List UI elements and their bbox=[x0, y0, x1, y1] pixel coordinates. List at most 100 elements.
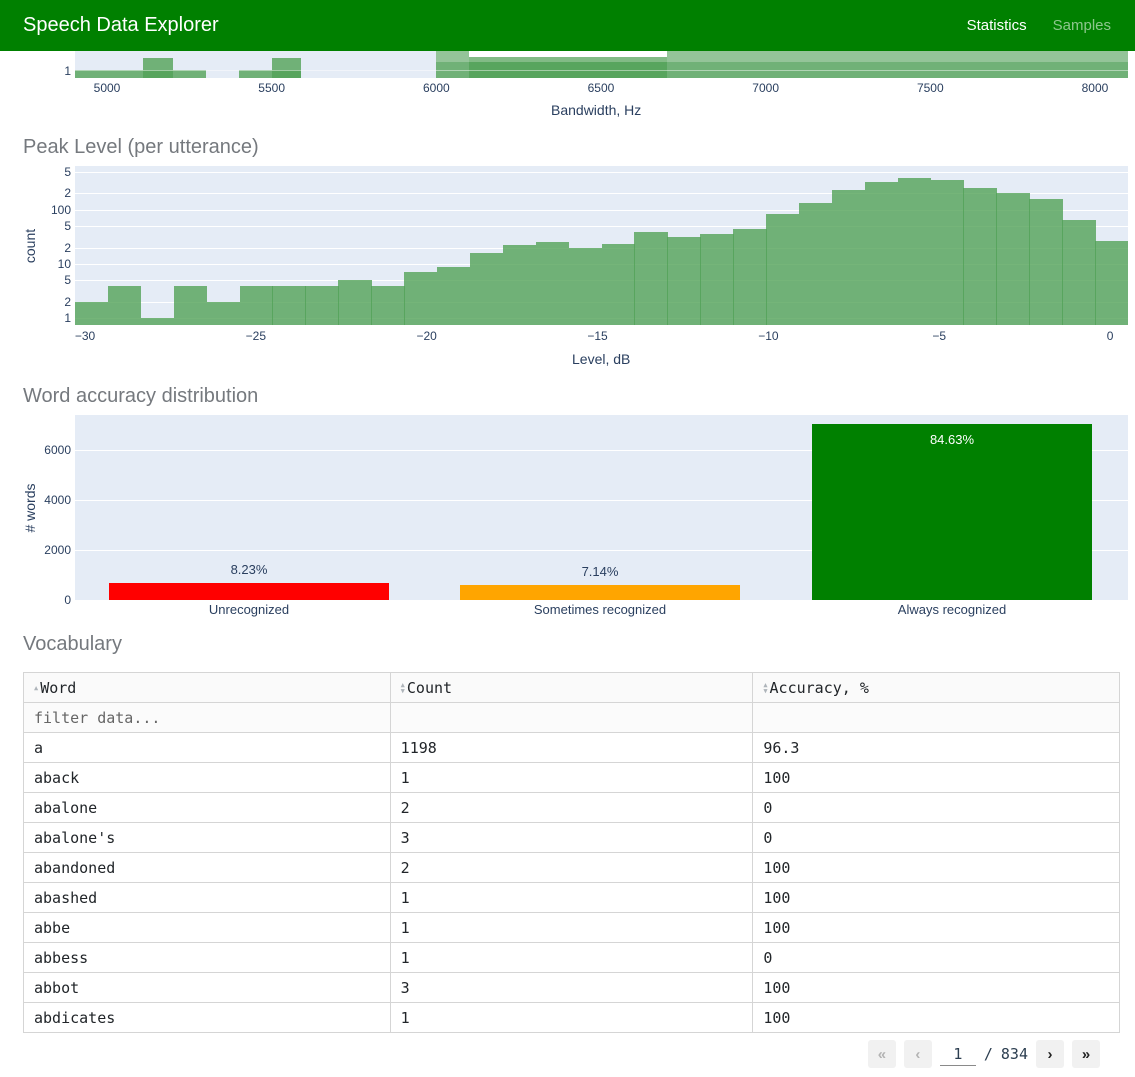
peak-histogram-bar bbox=[272, 285, 306, 325]
column-header-word[interactable]: ▲ Word bbox=[23, 672, 391, 703]
cell-word: abandoned bbox=[23, 852, 391, 883]
bandwidth-x-axis-title: Bandwidth, Hz bbox=[551, 102, 642, 118]
accuracy-bar-unrecognized bbox=[109, 582, 389, 600]
filter-cell-0[interactable]: filter data... bbox=[23, 702, 391, 733]
cell-accuracy: 100 bbox=[752, 972, 1120, 1003]
column-header-count[interactable]: ▲ ▼ Count bbox=[389, 672, 754, 703]
nav-statistics[interactable]: Statistics bbox=[967, 17, 1027, 34]
column-header-accuracy[interactable]: ▲ ▼ Accuracy, % bbox=[752, 672, 1120, 703]
table-row: abbess 1 0 bbox=[23, 942, 1120, 973]
accuracy-y-tick-label: 2000 bbox=[44, 543, 71, 557]
cell-count: 2 bbox=[389, 792, 754, 823]
next-page-button[interactable]: › bbox=[1036, 1040, 1064, 1068]
peak-histogram-bar bbox=[667, 237, 701, 325]
bandwidth-x-tick-label: 6500 bbox=[587, 81, 615, 95]
peak-histogram-bar bbox=[601, 244, 635, 325]
peak-histogram-bar bbox=[1062, 219, 1096, 325]
table-row: abandoned 2 100 bbox=[23, 852, 1120, 883]
sort-icon: ▲ ▼ bbox=[400, 681, 405, 695]
cell-word: a bbox=[23, 732, 391, 763]
cell-word: abalone bbox=[23, 792, 391, 823]
peak-histogram-bar bbox=[206, 301, 241, 325]
peak-x-tick-label: −10 bbox=[758, 329, 779, 343]
peak-histogram-bar bbox=[75, 301, 109, 325]
bandwidth-histogram-bar bbox=[75, 70, 206, 78]
peak-histogram-bar bbox=[173, 285, 208, 325]
peak-histogram-bar bbox=[831, 190, 866, 325]
accuracy-category-label: Sometimes recognized bbox=[533, 602, 667, 617]
peak-histogram-bar bbox=[436, 266, 471, 325]
peak-histogram-bar bbox=[798, 202, 833, 325]
bandwidth-x-tick-label: 7000 bbox=[752, 81, 779, 95]
peak-histogram-bar bbox=[305, 285, 339, 325]
cell-word: abdicates bbox=[23, 1002, 391, 1033]
table-row: abalone's 3 0 bbox=[23, 822, 1120, 853]
peak-histogram-bar bbox=[864, 181, 899, 325]
table-row: aback 1 100 bbox=[23, 762, 1120, 793]
peak-histogram-bar bbox=[963, 188, 997, 325]
cell-accuracy: 100 bbox=[752, 882, 1120, 913]
peak-y-tick-label: 2 bbox=[64, 294, 71, 309]
bandwidth-y-tick: 1 bbox=[64, 64, 71, 78]
cell-count: 2 bbox=[389, 852, 754, 883]
table-row: abbe 1 100 bbox=[23, 912, 1120, 943]
filter-cell-2[interactable] bbox=[752, 702, 1120, 733]
bandwidth-histogram-bar bbox=[271, 58, 302, 78]
column-label: Word bbox=[40, 678, 77, 697]
cell-count: 1 bbox=[389, 762, 754, 793]
vocabulary-table: ▲ Word ▲ ▼ Count ▲ ▼ Accuracy, % filter data... … bbox=[23, 672, 1120, 1033]
peak-histogram-bar bbox=[996, 193, 1030, 325]
column-label: Accuracy, % bbox=[769, 678, 869, 697]
peak-histogram-bar bbox=[897, 177, 932, 325]
cell-count: 1 bbox=[389, 912, 754, 943]
cell-count: 1 bbox=[389, 882, 754, 913]
cell-count: 1 bbox=[389, 1002, 754, 1033]
column-label: Count bbox=[406, 678, 453, 697]
peak-histogram-bar bbox=[1029, 198, 1063, 325]
accuracy-bar-percentage: 84.63% bbox=[929, 432, 975, 448]
accuracy-y-tick-label: 6000 bbox=[44, 443, 71, 457]
filter-cell-1[interactable] bbox=[389, 702, 754, 733]
app-title: Speech Data Explorer bbox=[23, 14, 219, 36]
cell-word: aback bbox=[23, 762, 391, 793]
table-row: abalone 2 0 bbox=[23, 792, 1120, 823]
bandwidth-notch-gap bbox=[469, 51, 667, 57]
peak-y-axis-title: count bbox=[22, 228, 38, 264]
cell-accuracy: 100 bbox=[752, 912, 1120, 943]
peak-x-tick-label: −20 bbox=[416, 329, 437, 343]
peak-histogram-bar bbox=[239, 285, 273, 325]
peak-histogram-bar bbox=[700, 233, 734, 325]
cell-accuracy: 100 bbox=[752, 1002, 1120, 1033]
cell-accuracy: 0 bbox=[752, 942, 1120, 973]
cell-count: 3 bbox=[389, 972, 754, 1003]
cell-word: abashed bbox=[23, 882, 391, 913]
table-row: a 1198 96.3 bbox=[23, 732, 1120, 763]
accuracy-bar-sometimes bbox=[460, 585, 740, 600]
prev-page-button[interactable]: ‹ bbox=[903, 1040, 932, 1068]
peak-histogram-bar bbox=[930, 179, 964, 325]
last-page-button[interactable]: » bbox=[1072, 1040, 1100, 1068]
peak-y-tick-label: 5 bbox=[64, 273, 71, 288]
peak-histogram-bar bbox=[733, 229, 767, 325]
accuracy-y-axis-title: # words bbox=[22, 483, 38, 533]
table-row: abbot 3 100 bbox=[23, 972, 1120, 1003]
peak-level-title: Peak Level (per utterance) bbox=[23, 136, 259, 158]
top-nav: Statistics Samples bbox=[967, 17, 1135, 34]
page-number-input[interactable] bbox=[939, 1042, 976, 1066]
accuracy-plot-area: 8.23% 7.14% 84.63% bbox=[75, 415, 1128, 600]
peak-y-tick-label: 5 bbox=[64, 164, 71, 179]
cell-accuracy: 96.3 bbox=[752, 732, 1120, 763]
peak-histogram-bar bbox=[404, 272, 438, 325]
nav-samples[interactable]: Samples bbox=[1053, 17, 1111, 34]
bandwidth-gridline bbox=[75, 70, 1128, 71]
peak-histogram-bar bbox=[502, 245, 537, 325]
peak-histogram-bar bbox=[634, 231, 668, 325]
accuracy-bar-always bbox=[812, 424, 1092, 600]
first-page-button[interactable]: « bbox=[867, 1040, 896, 1068]
cell-word: abbot bbox=[23, 972, 391, 1003]
peak-histogram-bar bbox=[469, 252, 504, 325]
cell-count: 1 bbox=[389, 942, 754, 973]
peak-histogram-bar bbox=[568, 247, 602, 325]
peak-histogram-bar bbox=[338, 280, 372, 325]
peak-x-tick-label: −5 bbox=[932, 329, 947, 343]
